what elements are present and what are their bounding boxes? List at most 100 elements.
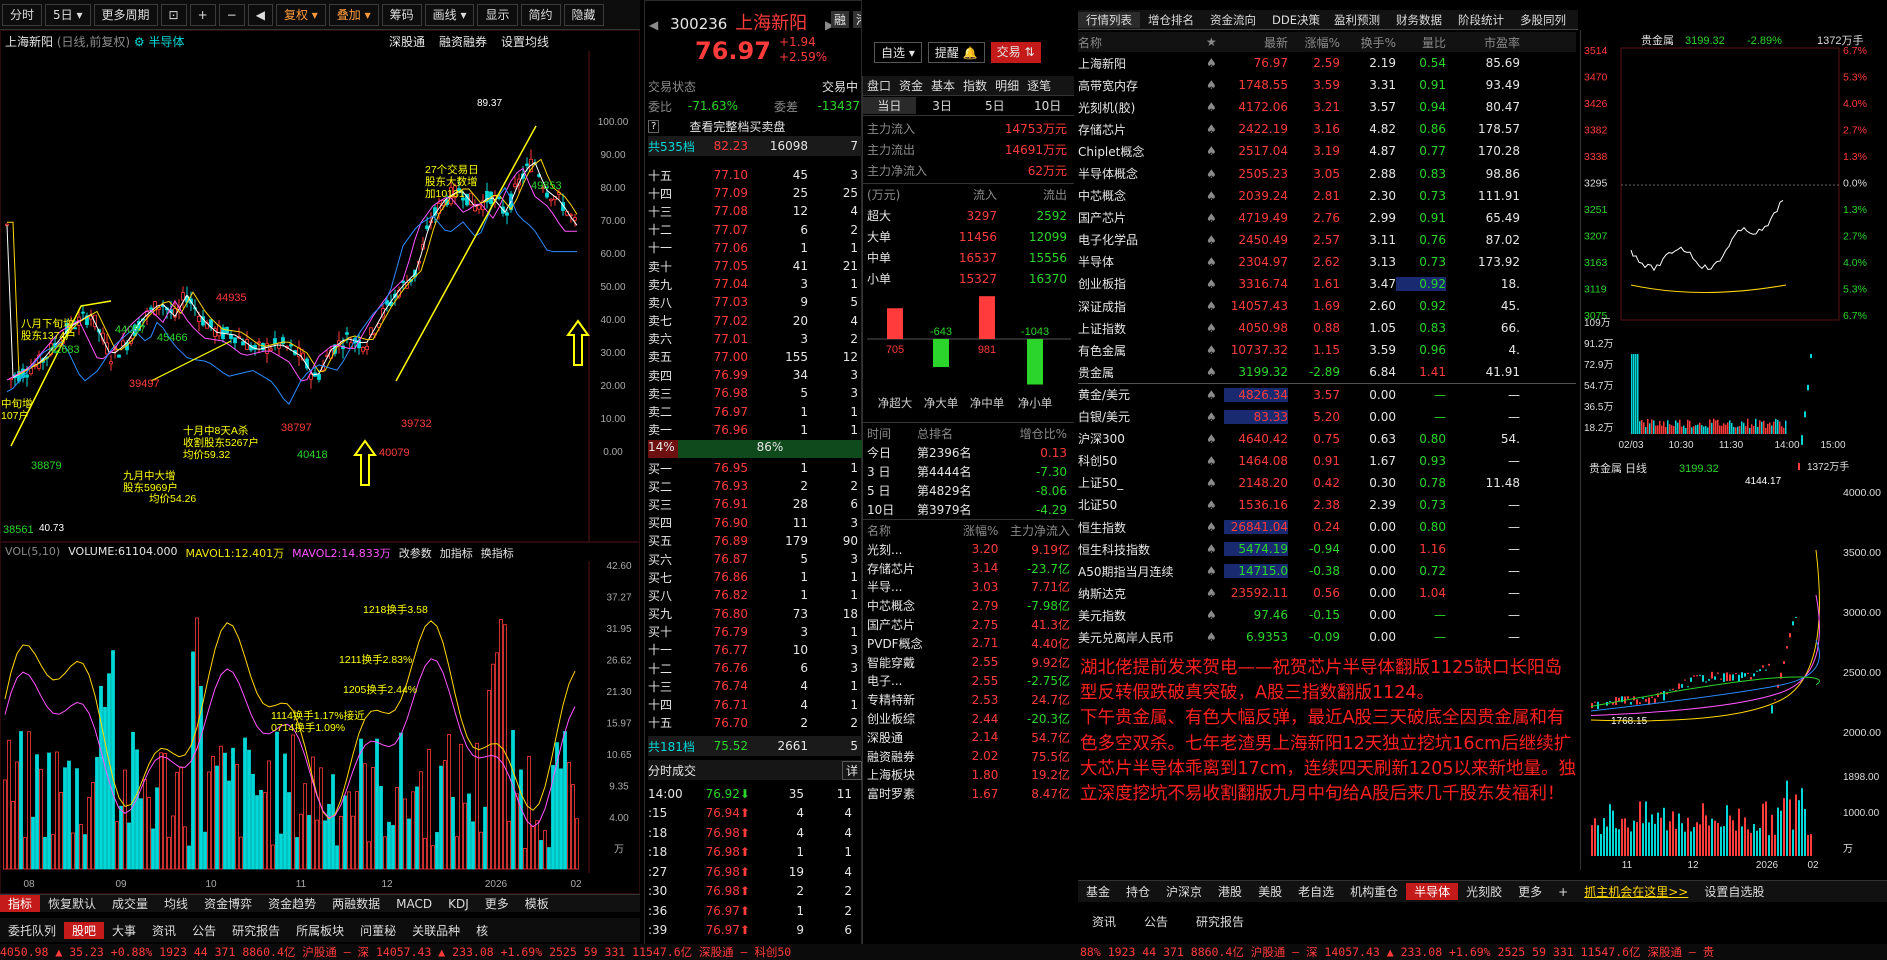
watchlist-button[interactable]: 自选 ▾ [874,42,922,63]
volume-chart[interactable]: 42.60 37.27 31.95 26.62 21.30 15.97 10.65 9.35 4… [1,543,640,894]
list-name[interactable]: 半导体 [1078,253,1206,270]
list-row[interactable]: 美元指数 ♠ 97.46 -0.15 0.00 — — [1078,604,1576,626]
list-tab[interactable]: 资金流向 [1202,12,1264,28]
list-name[interactable]: A50期指当月连续 [1078,563,1206,580]
full-book-link[interactable]: 查看完整档买卖盘 [689,118,785,135]
list-head-cell[interactable]: ★ [1206,35,1224,49]
trade-button[interactable]: 交易 ⇅ [990,42,1041,63]
list-name[interactable]: 北证50 [1078,496,1206,513]
period-tab[interactable]: 当日 [863,97,916,114]
list-name[interactable]: 深证成指 [1078,298,1206,315]
info-tab[interactable]: 关联品种 [404,922,468,939]
sector-row[interactable]: 创业板综 2.44 -20.3亿 [867,709,1070,728]
list-row[interactable]: 高带宽内存 ♠ 1748.55 3.59 3.31 0.91 93.49 [1078,74,1576,96]
list-row[interactable]: 存储芯片 ♠ 2422.19 3.16 4.82 0.86 178.57 [1078,118,1576,140]
sector-row[interactable]: 电子... 2.55 -2.75亿 [867,672,1070,691]
sector-name[interactable]: 电子... [867,672,947,689]
list-name[interactable]: 上海新阳 [1078,55,1206,72]
hk-tag[interactable]: 港 [853,11,861,28]
toolbar-btn-0[interactable]: 分时 [2,3,43,26]
toolbar-btn-8[interactable]: 简约 [520,3,561,26]
list-row[interactable]: 科创50 ♠ 1464.08 0.91 1.67 0.93 — [1078,450,1576,472]
period-tab[interactable]: 3日 [916,97,969,114]
flow-tab[interactable]: 资金 [895,77,927,94]
sector-name[interactable]: PVDF概念 [867,635,947,652]
toolbar-btn-7[interactable]: 显示 [477,3,518,26]
period-tab[interactable]: 5日 [969,97,1022,114]
sector-row[interactable]: 专精特新 2.53 24.7亿 [867,690,1070,709]
volume-panel[interactable]: VOL(5,10) VOLUME:61104.000 MAVOL1:12.401… [0,542,640,894]
list-name[interactable]: 贵金属 [1078,364,1206,381]
list-name[interactable]: 国产芯片 [1078,209,1206,226]
list-name[interactable]: 有色金属 [1078,342,1206,359]
info-tab[interactable]: 问董秘 [352,922,404,939]
indicator-tab[interactable]: 资金趋势 [260,895,324,912]
list-bottom-tab[interactable]: 抓主机会在这里>> [1576,883,1696,900]
sector-row[interactable]: 中芯概念 2.79 -7.98亿 [867,596,1070,615]
indicator-tab[interactable]: 均线 [156,895,196,912]
info-tab[interactable]: 核 [468,922,496,939]
list-sub-tab[interactable]: 公告 [1130,913,1182,930]
list-row[interactable]: 上证指数 ♠ 4050.98 0.88 1.05 0.83 66. [1078,317,1576,339]
list-name[interactable]: 上证50_ [1078,474,1206,491]
list-tab[interactable]: 多股同列 [1512,12,1574,28]
list-name[interactable]: 科创50 [1078,452,1206,469]
list-name[interactable]: 黄金/美元 [1078,386,1206,403]
sector-row[interactable]: 存储芯片 3.14 -23.7亿 [867,559,1070,578]
list-name[interactable]: 沪深300 [1078,430,1206,447]
list-name[interactable]: 中芯概念 [1078,187,1206,204]
period-tab[interactable]: 10日 [1021,97,1074,114]
ticks-detail-button[interactable]: 详 [841,760,862,780]
info-tab[interactable]: 大事 [104,922,144,939]
sector-row[interactable]: 融资融券 2.02 75.5亿 [867,747,1070,766]
list-name[interactable]: 恒生科技指数 [1078,541,1206,558]
list-name[interactable]: 光刻机(胶) [1078,99,1206,116]
indicator-tab[interactable]: 指标 [0,895,41,912]
indicator-tab[interactable]: MACD [388,897,440,911]
sector-name[interactable]: 半导... [867,578,947,595]
toolbar-icon-3[interactable]: ◀ [247,3,273,26]
list-row[interactable]: Chiplet概念 ♠ 2517.04 3.19 4.87 0.77 170.28 [1078,140,1576,162]
sector-name[interactable]: 融资融券 [867,748,947,765]
list-tab[interactable]: DDE决策 [1264,12,1326,28]
info-tab[interactable]: 公告 [184,922,224,939]
gold-charts[interactable]: 贵金属 3199.32 -2.89% 1372万手 3514 3470 3426 3382 33… [1581,30,1887,871]
toolbar-icon-2[interactable]: − [218,3,245,26]
sector-name[interactable]: 上海板块 [867,766,947,783]
list-tab[interactable]: 增仓排名 [1140,12,1202,28]
list-row[interactable]: 白银/美元 ♠ 83.33 5.20 0.00 — — [1078,406,1576,428]
list-bottom-tab[interactable]: 沪深京 [1158,883,1210,900]
info-tab[interactable]: 研究报告 [224,922,288,939]
alert-button[interactable]: 提醒 🔔 [927,42,985,63]
indicator-tab[interactable]: KDJ [440,897,477,911]
list-head-cell[interactable]: 最新 [1224,34,1288,51]
sector-name[interactable]: 创业板综 [867,710,947,727]
list-row[interactable]: 上海新阳 ♠ 76.97 2.59 2.19 0.54 85.69 [1078,52,1576,74]
list-row[interactable]: 中芯概念 ♠ 2039.24 2.81 2.30 0.73 111.91 [1078,185,1576,207]
list-name[interactable]: 恒生指数 [1078,519,1206,536]
list-bottom-tab[interactable]: 老自选 [1290,883,1342,900]
list-bottom-tab[interactable]: 半导体 [1406,883,1459,900]
flow-tab[interactable]: 指数 [959,77,991,94]
flow-tab[interactable]: 盘口 [863,77,895,94]
list-name[interactable]: 存储芯片 [1078,121,1206,138]
sector-row[interactable]: PVDF概念 2.71 4.40亿 [867,634,1070,653]
sector-name[interactable]: 深股通 [867,729,947,746]
list-row[interactable]: 恒生科技指数 ♠ 5474.19 -0.94 0.00 1.16 — [1078,538,1576,560]
list-name[interactable]: 半导体概念 [1078,165,1206,182]
help-icon[interactable]: ? [648,119,660,133]
info-tab[interactable]: 资讯 [144,922,184,939]
toolbar-icon-0[interactable]: ⊡ [160,3,187,26]
margin-tag[interactable]: 融 [831,11,850,28]
list-row[interactable]: 贵金属 ♠ 3199.32 -2.89 6.84 1.41 41.91 [1078,361,1576,383]
toolbar-btn-3[interactable]: 复权 ▾ [275,3,326,26]
list-bottom-tab[interactable]: 基金 [1078,883,1118,900]
list-row[interactable]: 国产芯片 ♠ 4719.49 2.76 2.99 0.91 65.49 [1078,207,1576,229]
list-head-cell[interactable]: 量比 [1396,34,1446,51]
sector-row[interactable]: 上海板块 1.80 19.2亿 [867,766,1070,785]
list-tab[interactable]: 盈利预测 [1326,12,1388,28]
indicator-tab[interactable]: 成交量 [104,895,156,912]
list-head-cell[interactable]: 市盈率 [1446,34,1520,51]
info-tab[interactable]: 所属板块 [288,922,352,939]
list-row[interactable]: 沪深300 ♠ 4640.42 0.75 0.63 0.80 54. [1078,428,1576,450]
